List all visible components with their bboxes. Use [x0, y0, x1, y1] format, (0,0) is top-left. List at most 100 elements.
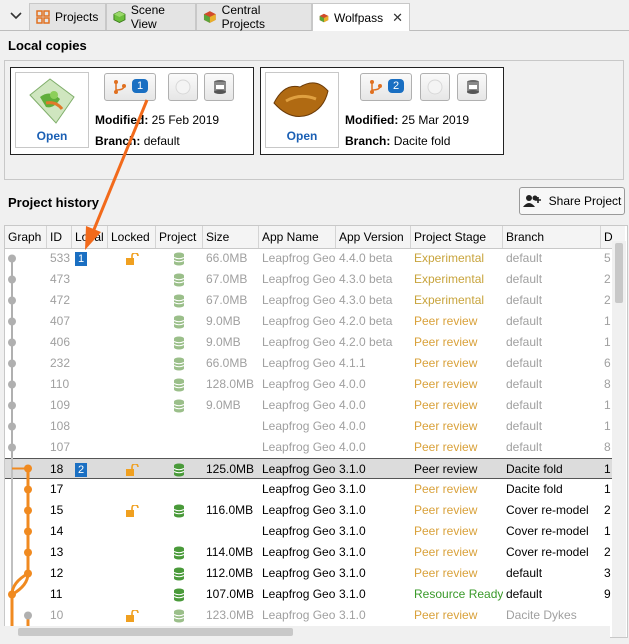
cell-local: [72, 563, 108, 584]
branch-button[interactable]: 1: [104, 73, 156, 101]
cube-icon: [113, 10, 126, 24]
chevron-down-icon[interactable]: [8, 7, 24, 23]
central-icon: [203, 11, 216, 23]
scroll-thumb[interactable]: [18, 628, 293, 636]
project-db-icon: [173, 567, 185, 581]
column-header[interactable]: App Version: [336, 226, 411, 248]
table-row[interactable]: 108 Leapfrog Geo 4.0.0 Peer review default 1: [5, 416, 615, 437]
cell-app-name: Leapfrog Geo: [262, 566, 336, 580]
sync-button[interactable]: [168, 73, 198, 101]
modified-line: Modified: 25 Feb 2019: [95, 113, 220, 127]
column-header[interactable]: Project Stage: [411, 226, 503, 248]
table-row[interactable]: 18 2 125.0MB Leapfrog Geo 3.1.0 Peer review Da…: [5, 458, 615, 479]
local-badge: 1: [132, 79, 149, 93]
table-row[interactable]: 107 Leapfrog Geo 4.0.0 Peer review default 8: [5, 437, 615, 458]
table-row[interactable]: 14 Leapfrog Geo 3.1.0 Peer review Cover re-m…: [5, 521, 615, 542]
cell-size: 66.0MB: [206, 356, 248, 370]
cell-size: [203, 479, 259, 500]
column-header[interactable]: Local: [72, 226, 108, 248]
cell-project-stage: Peer review: [414, 503, 478, 517]
table-row[interactable]: 407 9.0MB Leapfrog Geo 4.2.0 beta Peer revie…: [5, 311, 615, 332]
column-header[interactable]: Locked: [108, 226, 156, 248]
cell-project-stage: Peer review: [414, 419, 478, 433]
tab-projects[interactable]: Projects: [29, 3, 106, 30]
table-row[interactable]: 232 66.0MB Leapfrog Geo 4.1.1 Peer review def…: [5, 353, 615, 374]
cell-project-stage: Peer review: [414, 608, 478, 622]
table-row[interactable]: 10 123.0MB Leapfrog Geo 3.1.0 Peer review Dac…: [5, 605, 615, 626]
project-db-icon: [173, 294, 185, 308]
column-header[interactable]: Size: [203, 226, 259, 248]
column-header[interactable]: ID: [47, 226, 72, 248]
branch-line: Branch: Dacite fold: [345, 134, 451, 148]
cell-project-stage: Peer review: [414, 524, 478, 538]
column-header[interactable]: Graph: [5, 226, 47, 248]
project-thumbnail[interactable]: Open: [15, 72, 89, 148]
history-graph: [8, 254, 32, 630]
table-row[interactable]: 17 Leapfrog Geo 3.1.0 Peer review Dacite fol…: [5, 479, 615, 500]
cell-branch: default: [506, 440, 543, 454]
table-row[interactable]: 406 9.0MB Leapfrog Geo 4.2.0 beta Peer revie…: [5, 332, 615, 353]
project-db-icon: [173, 357, 185, 371]
cell-branch: default: [506, 356, 543, 370]
table-row[interactable]: 13 114.0MB Leapfrog Geo 3.1.0 Peer review Cov…: [5, 542, 615, 563]
cell-branch: default: [506, 314, 543, 328]
branch-button[interactable]: 2: [360, 73, 412, 101]
project-thumbnail[interactable]: Open: [265, 72, 339, 148]
tab-central-projects[interactable]: Central Projects: [196, 3, 312, 31]
horizontal-scrollbar[interactable]: [4, 626, 610, 638]
graph-node: [8, 380, 16, 389]
cell-project-stage: Peer review: [414, 440, 478, 454]
graph-node: [8, 275, 16, 284]
close-icon[interactable]: ✕: [392, 10, 403, 26]
vertical-scrollbar[interactable]: [612, 241, 626, 637]
tab-label: Scene View: [130, 3, 165, 31]
table-row[interactable]: 110 128.0MB Leapfrog Geo 4.0.0 Peer review de…: [5, 374, 615, 395]
cell-size: 112.0MB: [206, 566, 254, 580]
cell-branch: default: [506, 272, 543, 286]
cell-id: 18: [50, 462, 64, 476]
cell-size: 123.0MB: [206, 608, 255, 622]
cell-app-name: Leapfrog Geo: [262, 462, 336, 476]
globe-icon: [175, 79, 191, 95]
column-header[interactable]: App Name: [259, 226, 336, 248]
cell-app-version: 4.0.0: [339, 419, 366, 433]
cell-id: 11: [50, 587, 63, 601]
cell-id: 13: [50, 545, 64, 559]
database-button[interactable]: [457, 73, 487, 101]
cell-app-version: 4.2.0 beta: [339, 314, 393, 328]
database-button[interactable]: [204, 73, 234, 101]
column-header[interactable]: Branch: [503, 226, 601, 248]
cell-app-name: Leapfrog Geo: [262, 335, 336, 349]
table-row[interactable]: 109 9.0MB Leapfrog Geo 4.0.0 Peer review defa…: [5, 395, 615, 416]
table-row[interactable]: 472 67.0MB Leapfrog Geo 4.3.0 beta Experimen…: [5, 290, 615, 311]
table-row[interactable]: 473 67.0MB Leapfrog Geo 4.3.0 beta Experimen…: [5, 269, 615, 290]
cell-branch: Dacite fold: [506, 462, 563, 476]
tab-wolfpass[interactable]: Wolfpass ✕: [312, 3, 410, 31]
graph-node: [8, 317, 16, 326]
column-header[interactable]: Project: [156, 226, 203, 248]
cell-locked: [122, 500, 170, 521]
sync-button[interactable]: [420, 73, 450, 101]
scroll-thumb[interactable]: [615, 243, 623, 303]
cell-app-version: 4.4.0 beta: [339, 251, 393, 265]
tab-scene-view[interactable]: Scene View: [106, 3, 196, 31]
open-link[interactable]: Open: [16, 129, 88, 143]
cell-id: 109: [50, 398, 71, 412]
cell-size: 9.0MB: [206, 335, 241, 349]
share-project-button[interactable]: Share Project: [519, 187, 625, 215]
table-row[interactable]: 533 1 66.0MB Leapfrog Geo 4.4.0 beta Experime…: [5, 248, 615, 269]
table-row[interactable]: 11 107.0MB Leapfrog Geo 3.1.0 Resource Ready…: [5, 584, 615, 605]
branch-icon: [370, 80, 382, 94]
table-row[interactable]: 15 116.0MB Leapfrog Geo 3.1.0 Peer review Cov…: [5, 500, 615, 521]
tab-label: Central Projects: [221, 3, 266, 31]
graph-node: [8, 254, 16, 263]
cell-size: [203, 416, 259, 437]
cell-app-version: 3.1.0: [339, 482, 366, 496]
cell-locked: [122, 459, 170, 480]
cell-app-version: 4.2.0 beta: [339, 335, 393, 349]
cell-app-name: Leapfrog Geo: [262, 398, 336, 412]
open-link[interactable]: Open: [266, 129, 338, 143]
cell-app-version: 3.1.0: [339, 566, 366, 580]
cell-local: [72, 311, 108, 332]
table-row[interactable]: 12 112.0MB Leapfrog Geo 3.1.0 Peer review def…: [5, 563, 615, 584]
